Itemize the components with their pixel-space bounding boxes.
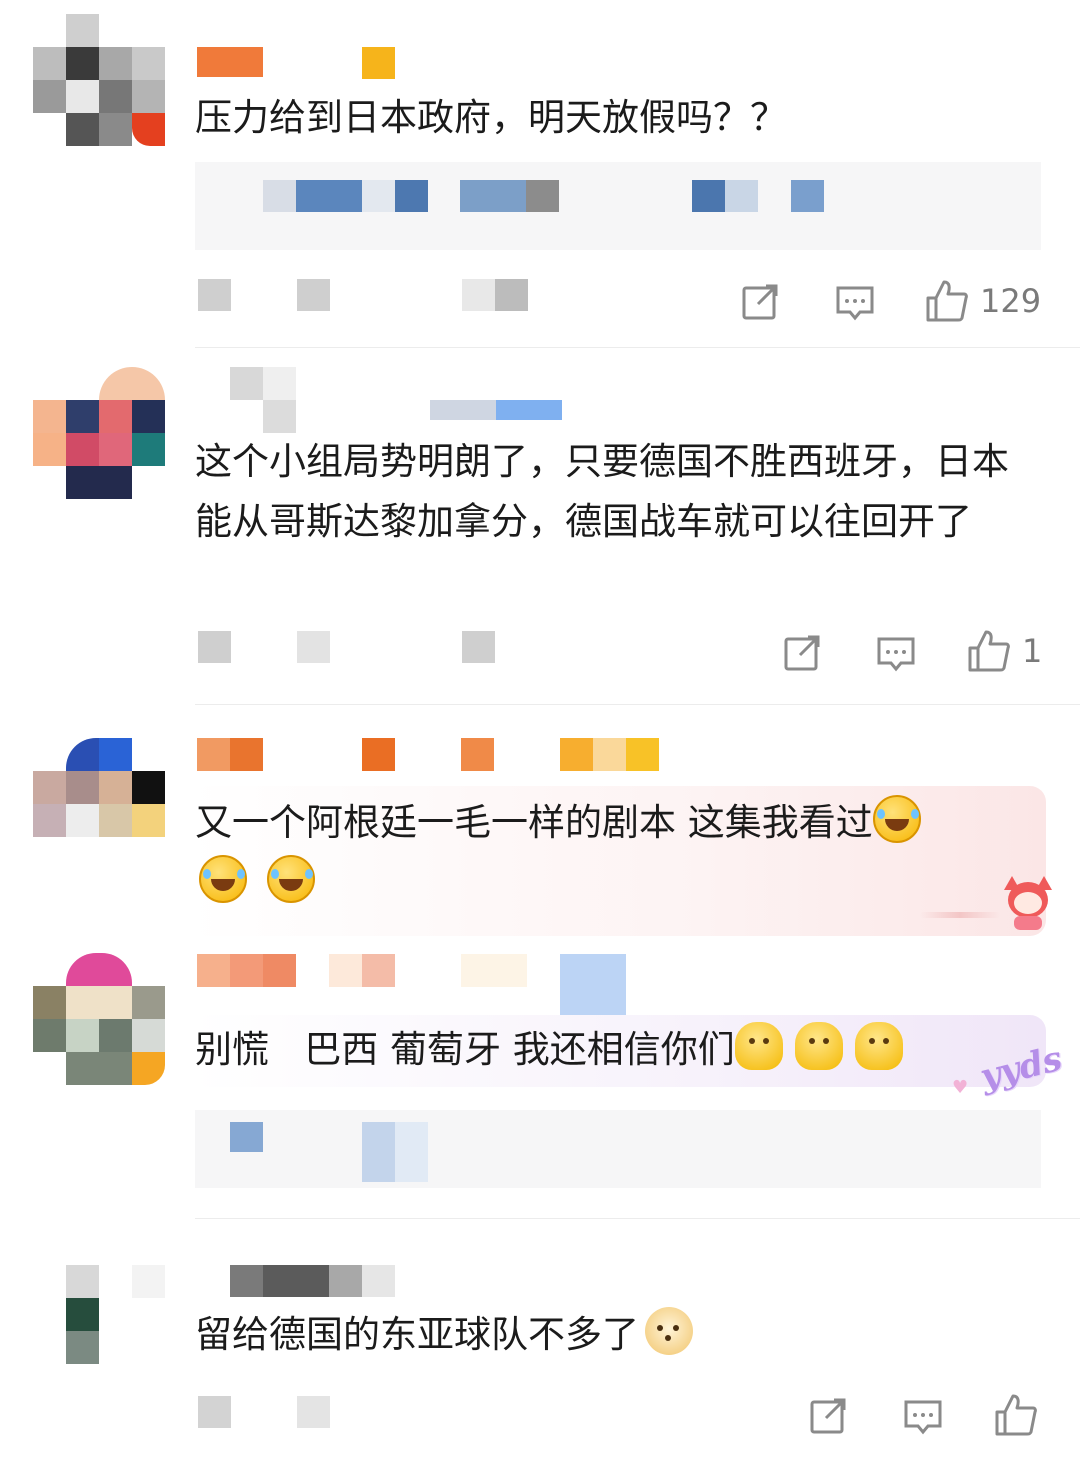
comment-icon bbox=[836, 286, 874, 321]
comment-text: 又一个阿根廷一毛一样的剧本 这集我看过 bbox=[195, 793, 1045, 913]
reply-button[interactable] bbox=[902, 1396, 944, 1438]
melting-face-emoji bbox=[734, 1022, 783, 1070]
avatar[interactable] bbox=[33, 953, 165, 1085]
heart-decoration-icon: ♥ bbox=[952, 1077, 969, 1098]
comment-text-content: 留给德国的东亚球队不多了 bbox=[195, 1313, 639, 1356]
username-redacted[interactable] bbox=[197, 47, 397, 79]
thumbs-up-icon bbox=[995, 1394, 1037, 1436]
like-button[interactable] bbox=[993, 1392, 1049, 1438]
comment-meta-redacted bbox=[198, 631, 528, 663]
comment-text: 这个小组局势明朗了，只要德国不胜西班牙，日本能从哥斯达黎加拿分，德国战车就可以往… bbox=[195, 440, 1009, 543]
share-icon bbox=[810, 1398, 846, 1434]
laughing-crying-emoji bbox=[872, 795, 921, 843]
comment-text-content: 别慌 巴西 葡萄牙 我还相信你们 bbox=[195, 1028, 735, 1071]
like-count: 1 bbox=[1022, 632, 1043, 670]
share-button[interactable] bbox=[782, 631, 824, 673]
reply-button[interactable] bbox=[875, 633, 917, 675]
like-button[interactable]: 129 bbox=[924, 278, 1041, 324]
avatar[interactable] bbox=[66, 1265, 165, 1364]
laughing-crying-emoji bbox=[266, 855, 315, 903]
divider bbox=[195, 347, 1080, 348]
comment-icon bbox=[877, 637, 915, 672]
reply-preview[interactable] bbox=[195, 1110, 1041, 1188]
thumbs-up-icon bbox=[968, 630, 1010, 672]
comment-icon bbox=[904, 1400, 942, 1435]
username-redacted[interactable] bbox=[197, 954, 637, 1020]
username-redacted[interactable] bbox=[230, 367, 570, 433]
melting-face-emoji bbox=[794, 1022, 843, 1070]
avatar[interactable] bbox=[33, 738, 165, 837]
comment-text: 留给德国的东亚球队不多了 bbox=[195, 1305, 1045, 1365]
comment-text-content: 又一个阿根廷一毛一样的剧本 这集我看过 bbox=[195, 801, 873, 844]
share-button[interactable] bbox=[808, 1394, 850, 1436]
laughing-crying-emoji bbox=[199, 855, 247, 903]
like-button[interactable]: 1 bbox=[966, 628, 1042, 674]
sparkle-decoration bbox=[920, 912, 1000, 918]
reply-button[interactable] bbox=[834, 282, 876, 324]
comment-meta-redacted bbox=[198, 279, 528, 311]
comment-text: 别慌 巴西 葡萄牙 我还相信你们 bbox=[195, 1020, 1045, 1080]
username-redacted[interactable] bbox=[230, 1265, 400, 1297]
divider bbox=[195, 704, 1080, 705]
divider bbox=[195, 1218, 1080, 1219]
melting-face-emoji bbox=[854, 1022, 903, 1070]
comment-meta-redacted bbox=[198, 1396, 528, 1428]
thumbs-up-icon bbox=[926, 280, 968, 322]
like-count: 129 bbox=[980, 282, 1042, 320]
share-icon bbox=[784, 635, 820, 671]
share-button[interactable] bbox=[740, 280, 782, 322]
mascot-sticker-icon bbox=[1000, 876, 1056, 932]
reply-preview[interactable] bbox=[195, 162, 1041, 250]
comment-text: 压力给到日本政府，明天放假吗？？ bbox=[195, 96, 787, 139]
share-icon bbox=[742, 284, 778, 320]
username-redacted[interactable] bbox=[197, 738, 667, 771]
doge-emoji bbox=[645, 1307, 693, 1355]
avatar[interactable] bbox=[33, 367, 165, 499]
avatar[interactable] bbox=[33, 14, 165, 146]
